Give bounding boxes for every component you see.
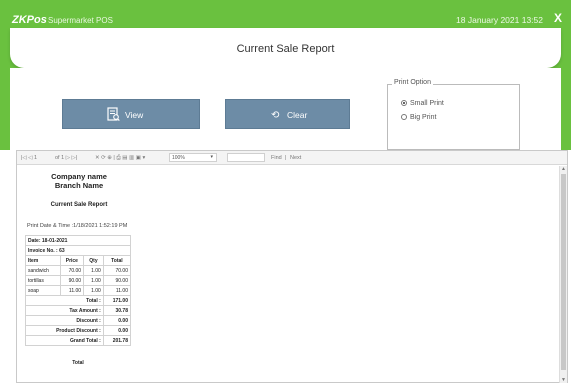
- scroll-up-icon[interactable]: ▲: [561, 166, 566, 172]
- zoom-select[interactable]: 100% ▾: [169, 153, 217, 162]
- table-row: tortillas 90.00 1.00 90.00: [25, 275, 132, 286]
- close-button[interactable]: X: [554, 11, 562, 25]
- spacer-row: [26, 346, 131, 358]
- report-toolbar: |◁ ◁ 1 of 1 ▷ ▷| ✕ ⟳ ⊕ | ⎙ ▤ ▥ ▣ ▾ 100% …: [17, 151, 567, 165]
- app-logo: ZKPos: [12, 14, 47, 26]
- table-header-row: Item Price Qty Total: [25, 255, 132, 266]
- table-row: Date: 18-01-2021: [25, 235, 131, 246]
- item-price: 70.00: [59, 265, 85, 276]
- print-option-group: Print Option Small Print Big Print: [387, 79, 520, 150]
- summary-row: Discount : 0.00: [25, 315, 132, 326]
- page-header: Current Sale Report: [10, 28, 561, 68]
- report-page: Company name Branch Name Current Sale Re…: [19, 166, 563, 382]
- branch-name: Branch Name: [54, 181, 104, 190]
- item-price: 90.00: [59, 275, 85, 286]
- column-header: Price: [59, 255, 85, 266]
- summary-row: Grand Total : 201.78: [25, 335, 132, 346]
- report-viewer: |◁ ◁ 1 of 1 ▷ ▷| ✕ ⟳ ⊕ | ⎙ ▤ ▥ ▣ ▾ 100% …: [16, 150, 568, 383]
- item-name: soap: [25, 285, 61, 296]
- item-name: sandwich: [25, 265, 61, 276]
- tax-label: Tax Amount :: [25, 305, 104, 316]
- item-qty: 1.00: [83, 275, 104, 286]
- table-row: soap 11.00 1.00 11.00: [25, 285, 132, 296]
- find-link[interactable]: Find: [271, 155, 282, 161]
- summary-row: Tax Amount : 30.78: [25, 305, 132, 316]
- view-button-label: View: [125, 110, 144, 120]
- view-button[interactable]: View: [62, 99, 200, 129]
- summary-row: Product Discount : 0.00: [25, 325, 132, 336]
- report-view-icon: [107, 107, 120, 125]
- toolbar-icons[interactable]: ✕ ⟳ ⊕ | ⎙ ▤ ▥ ▣ ▾: [95, 155, 145, 162]
- tax-value: 30.78: [102, 305, 132, 316]
- column-header: Qty: [83, 255, 104, 266]
- item-qty: 1.00: [83, 265, 104, 276]
- big-print-radio[interactable]: Big Print: [401, 114, 436, 121]
- radio-selected-icon: [401, 100, 407, 106]
- table-row: sandwich 70.00 1.00 70.00: [25, 265, 132, 276]
- item-total: 11.00: [102, 285, 132, 296]
- refresh-icon: ⟲: [271, 110, 280, 121]
- discount-label: Discount :: [25, 315, 104, 326]
- print-datetime: Print Date & Time :1/18/2021 1:52:19 PM: [27, 223, 128, 229]
- company-header: Company name Branch Name: [29, 172, 129, 190]
- footer-total-label: Total: [72, 359, 84, 366]
- product-discount-label: Product Discount :: [25, 325, 104, 336]
- item-qty: 1.00: [83, 285, 104, 296]
- grand-total-label: Grand Total :: [25, 335, 104, 346]
- column-header: Item: [25, 255, 61, 266]
- product-discount-value: 0.00: [102, 325, 132, 336]
- date-time: 18 January 2021 13:52: [456, 15, 543, 25]
- total-label: Total :: [25, 295, 104, 306]
- item-total: 70.00: [102, 265, 132, 276]
- find-input[interactable]: [227, 153, 265, 162]
- invoice-number: Invoice No. : 63: [25, 245, 131, 256]
- discount-value: 0.00: [102, 315, 132, 326]
- page-count[interactable]: of 1 ▷ ▷|: [55, 155, 77, 161]
- report-title: Current Sale Report: [50, 202, 108, 208]
- grand-total-value: 201.78: [102, 335, 132, 346]
- next-link[interactable]: Next: [290, 155, 301, 161]
- print-option-legend: Print Option: [392, 79, 433, 86]
- app-title: Supermarket POS: [48, 16, 113, 25]
- invoice-date: Date: 18-01-2021: [25, 235, 131, 246]
- page-title: Current Sale Report: [236, 43, 335, 55]
- total-value: 171.00: [102, 295, 132, 306]
- clear-button[interactable]: ⟲ Clear: [225, 99, 350, 129]
- item-name: tortillas: [25, 275, 61, 286]
- invoice-table: Date: 18-01-2021 Invoice No. : 63 Item P…: [25, 235, 132, 368]
- vertical-scrollbar[interactable]: ▲ ▼: [559, 166, 567, 383]
- page-navigation[interactable]: |◁ ◁ 1: [21, 155, 37, 161]
- company-name: Company name: [51, 172, 107, 181]
- chevron-down-icon: ▾: [210, 154, 213, 160]
- scroll-down-icon[interactable]: ▼: [561, 377, 566, 383]
- footer-row: Total: [26, 358, 131, 368]
- scrollbar-thumb[interactable]: [561, 174, 566, 370]
- radio-empty-icon: [401, 114, 407, 120]
- small-print-radio[interactable]: Small Print: [401, 100, 444, 107]
- clear-button-label: Clear: [287, 110, 308, 120]
- item-price: 11.00: [59, 285, 85, 296]
- table-row: Invoice No. : 63: [25, 245, 131, 256]
- column-header: Total: [102, 255, 132, 266]
- item-total: 90.00: [102, 275, 132, 286]
- controls-panel: View ⟲ Clear Print Option Small Print Bi…: [10, 68, 561, 150]
- summary-row: Total : 171.00: [25, 295, 132, 306]
